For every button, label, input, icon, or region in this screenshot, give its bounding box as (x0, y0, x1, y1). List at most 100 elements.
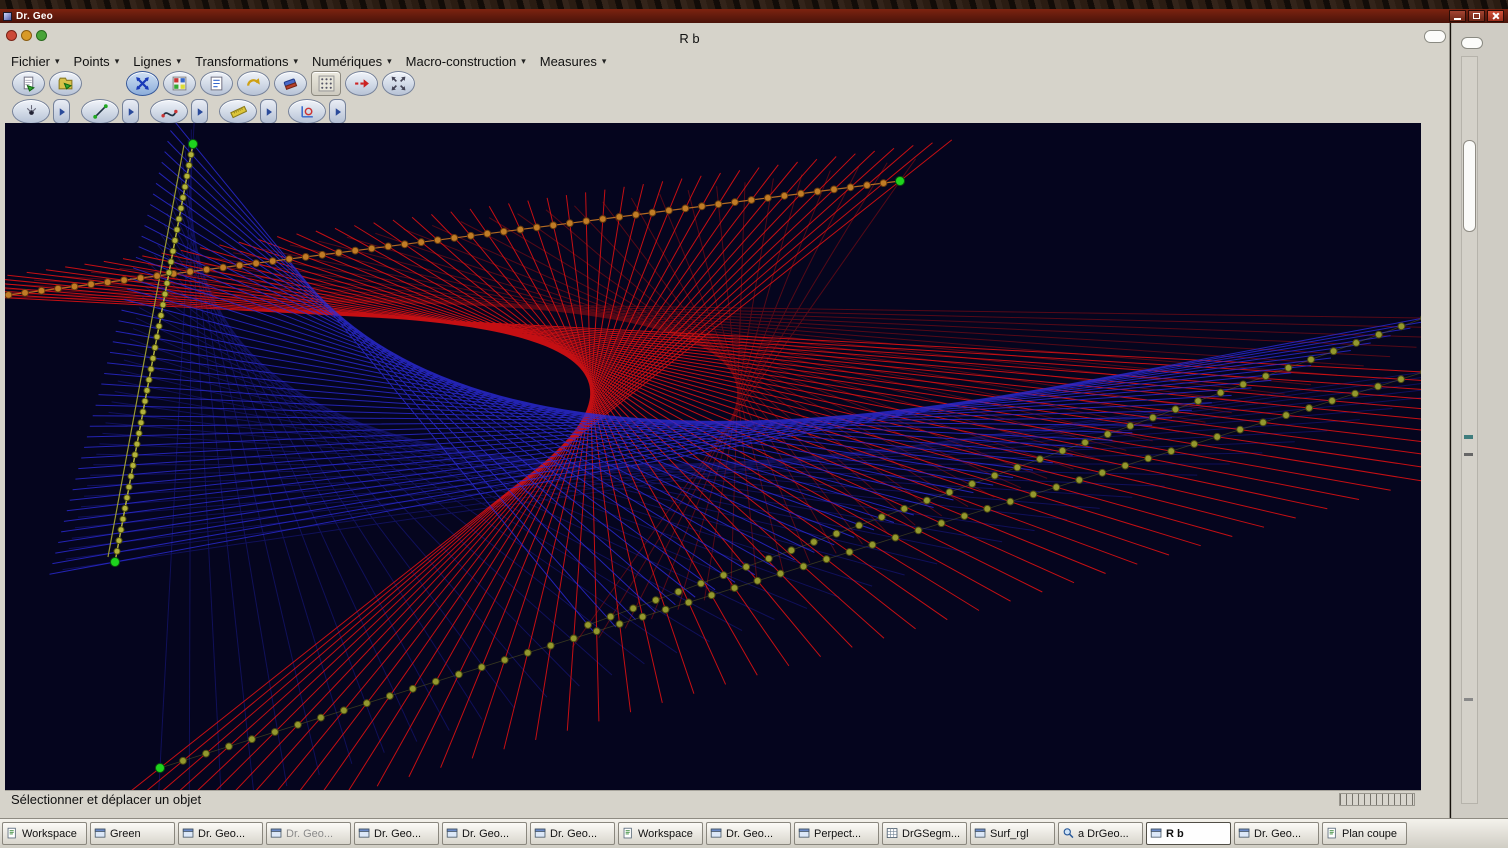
status-bar: Sélectionner et déplacer un objet (5, 790, 1421, 808)
menu-measures[interactable]: Measures ▾ (533, 52, 614, 71)
free-points[interactable] (110, 139, 905, 773)
menu-fichier[interactable]: Fichier ▾ (4, 52, 67, 71)
measure-tool-group (219, 99, 277, 124)
taskbar-item-label: Perpect... (814, 827, 862, 840)
scrollbar-thumb[interactable] (1463, 140, 1476, 232)
maximize-button[interactable] (1468, 10, 1485, 22)
curve-tool-button[interactable] (150, 99, 188, 124)
select-move-button[interactable] (126, 70, 159, 96)
taskbar-item-workspace[interactable]: Workspace (2, 822, 87, 845)
eraser-button[interactable] (274, 70, 307, 96)
new-document-button[interactable] (12, 70, 45, 96)
taskbar-item-label: Dr. Geo... (198, 827, 246, 840)
axes-tool-chevron-button[interactable] (329, 99, 346, 124)
chevron-down-icon: ▾ (176, 55, 182, 66)
expand-arrows-button[interactable] (382, 70, 415, 96)
segment-tool-chevron-button[interactable] (122, 99, 139, 124)
properties-sheet-button[interactable] (200, 70, 233, 96)
eraser-icon (282, 75, 299, 92)
taskbar-item-a-drgeo[interactable]: a DrGeo... (1058, 822, 1143, 845)
scrollbar-mark (1464, 698, 1473, 701)
taskbar-item-perpect[interactable]: Perpect... (794, 822, 879, 845)
taskbar-item-label: Dr. Geo... (286, 827, 334, 840)
hide-dashed-icon (353, 75, 370, 92)
chevron-down-icon: ▾ (293, 55, 299, 66)
taskbar-item-label: Dr. Geo... (462, 827, 510, 840)
undo-arrow-button[interactable] (237, 70, 270, 96)
taskbar-item-plan-coupe[interactable]: Plan coupe (1322, 822, 1407, 845)
open-folder-icon (57, 75, 74, 92)
taskbar-item-dr-geo[interactable]: Dr. Geo... (706, 822, 791, 845)
chevron-right-icon (194, 106, 206, 118)
menu-macro-construction[interactable]: Macro-construction ▾ (399, 52, 533, 71)
measure-tool-chevron-button[interactable] (260, 99, 277, 124)
page-icon (622, 827, 635, 840)
menu-transformations[interactable]: Transformations ▾ (188, 52, 305, 71)
segment-tool-group (81, 99, 139, 124)
open-folder-button[interactable] (49, 70, 82, 96)
taskbar-item-dr-geo[interactable]: Dr. Geo... (178, 822, 263, 845)
taskbar-item-surf-rgl[interactable]: Surf_rgl (970, 822, 1055, 845)
background-window-pill[interactable] (1461, 37, 1483, 49)
os-window-buttons (1449, 10, 1508, 22)
hide-dashed-button[interactable] (345, 70, 378, 96)
select-move-icon (134, 75, 151, 92)
status-text: Sélectionner et déplacer un objet (11, 792, 202, 807)
new-document-icon (20, 75, 37, 92)
minimize-button[interactable] (1449, 10, 1466, 22)
menu-label: Points (73, 53, 110, 69)
taskbar-item-dr-geo[interactable]: Dr. Geo... (530, 822, 615, 845)
chevron-right-icon (332, 106, 344, 118)
tools-toolbar (12, 98, 357, 125)
point-tool-button[interactable] (12, 99, 50, 124)
scale-widget[interactable] (1339, 793, 1415, 806)
taskbar-item-dr-geo[interactable]: Dr. Geo... (1234, 822, 1319, 845)
taskbar-item-dr-geo[interactable]: Dr. Geo... (266, 822, 351, 845)
segment-tool-button[interactable] (81, 99, 119, 124)
taskbar-item-workspace[interactable]: Workspace (618, 822, 703, 845)
menu-points[interactable]: Points ▾ (67, 52, 127, 71)
window-icon (1238, 827, 1251, 840)
expand-arrows-icon (390, 75, 407, 92)
close-button[interactable] (1487, 10, 1504, 22)
axes-tool-button[interactable] (288, 99, 326, 124)
menu-num-riques[interactable]: Numériques ▾ (305, 52, 399, 71)
styles-palette-button[interactable] (163, 70, 196, 96)
curve-tool-chevron-button[interactable] (191, 99, 208, 124)
minimize-icon (1454, 17, 1461, 20)
background-window-edge (1451, 23, 1508, 818)
chevron-down-icon: ▾ (55, 55, 60, 66)
os-titlebar[interactable]: Dr. Geo (0, 9, 1508, 23)
menu-lignes[interactable]: Lignes ▾ (126, 52, 188, 71)
window-resize-pill[interactable] (1424, 30, 1446, 43)
grid-doc-icon (886, 827, 899, 840)
chevron-right-icon (56, 106, 68, 118)
axes-tool-group (288, 99, 346, 124)
taskbar-item-dr-geo[interactable]: Dr. Geo... (442, 822, 527, 845)
figure-title: R b (679, 31, 700, 46)
blue-secondary-lines[interactable] (62, 123, 1421, 790)
taskbar-item-dr-geo[interactable]: Dr. Geo... (354, 822, 439, 845)
desktop: Dr. Geo R b Fichier ▾ Points ▾ Lignes ▾ Transf… (0, 0, 1508, 848)
grid-toggle-button[interactable] (311, 70, 341, 96)
measure-tool-button[interactable] (219, 99, 257, 124)
segment-tool-icon (92, 103, 109, 120)
chevron-right-icon (125, 106, 137, 118)
window-icon (1150, 827, 1163, 840)
scrollbar-mark (1464, 453, 1473, 456)
chevron-right-icon (263, 106, 275, 118)
point-tool-chevron-button[interactable] (53, 99, 70, 124)
window-icon (182, 827, 195, 840)
maximize-icon (1473, 13, 1480, 19)
measure-tool-icon (229, 103, 247, 120)
taskbar-item-drgsegm[interactable]: DrGSegm... (882, 822, 967, 845)
taskbar-item-label: DrGSegm... (902, 827, 961, 840)
taskbar-item-label: Dr. Geo... (374, 827, 422, 840)
drawing-canvas[interactable] (5, 123, 1421, 790)
app-icon (3, 11, 12, 21)
taskbar-item-r-b[interactable]: R b (1146, 822, 1231, 845)
chevron-down-icon: ▾ (387, 55, 392, 66)
main-toolbar (12, 69, 415, 97)
window-icon (94, 827, 107, 840)
taskbar-item-green[interactable]: Green (90, 822, 175, 845)
